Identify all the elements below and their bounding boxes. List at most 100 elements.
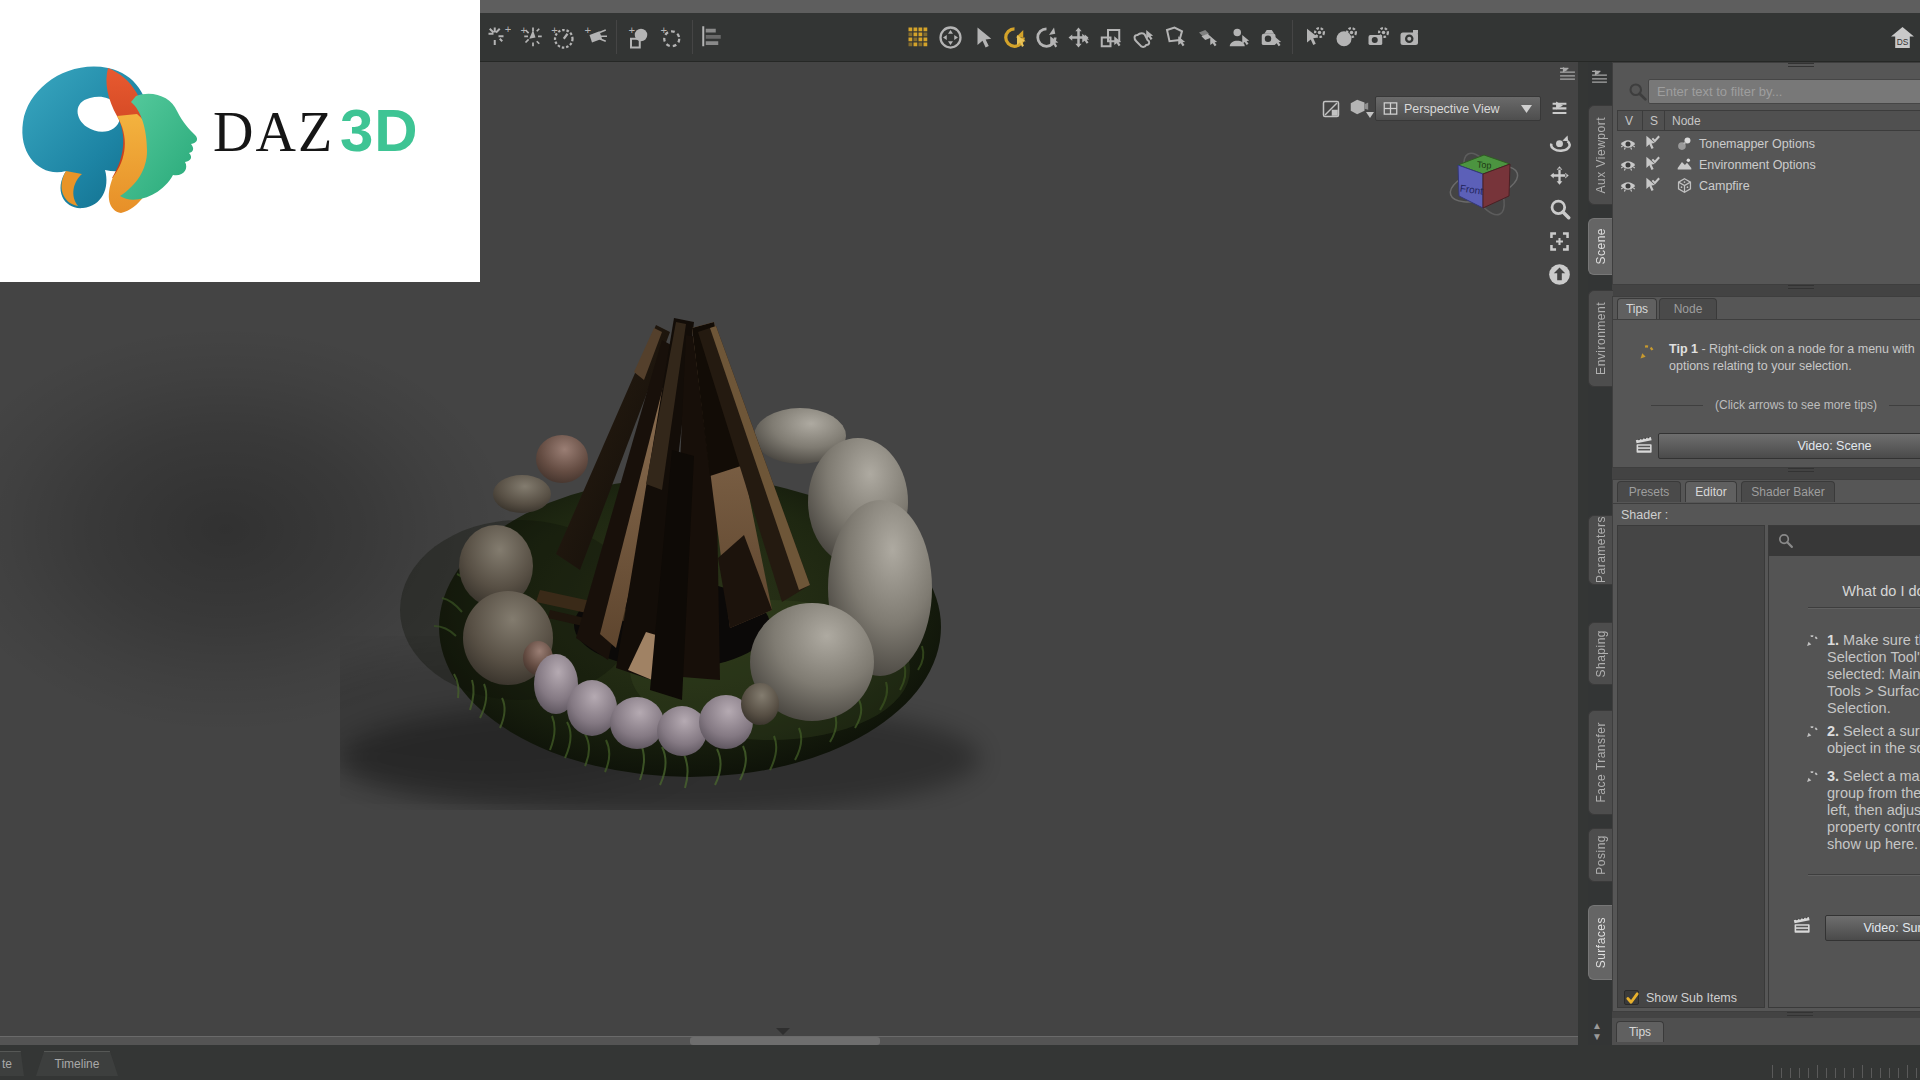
ruler-tick (1871, 1068, 1872, 1078)
dock-splitter-strip[interactable] (1578, 62, 1588, 1046)
toolbar-separator (1292, 20, 1293, 54)
tab-editor[interactable]: Editor (1685, 481, 1737, 502)
col-selectable: S (1643, 111, 1665, 130)
window-icon (1383, 101, 1398, 116)
rotate-tool-icon[interactable] (1033, 24, 1060, 51)
selectable-cursor-icon[interactable] (1639, 156, 1663, 173)
pane-options-icon[interactable] (1560, 66, 1575, 84)
sphere-gear-tool-icon[interactable] (1333, 24, 1360, 51)
dock-tab-aux-viewport[interactable]: Aux Viewport (1588, 105, 1613, 205)
scene-node-label: Environment Options (1699, 158, 1816, 172)
zoom-view-icon[interactable] (1548, 197, 1571, 224)
translate-tool-icon[interactable] (1065, 24, 1092, 51)
frame-view-icon[interactable] (1548, 230, 1571, 257)
universal-rotate-tool-icon[interactable] (1001, 24, 1028, 51)
svg-text:+: + (629, 25, 636, 36)
tab-presets[interactable]: Presets (1617, 481, 1681, 502)
scale-tool-icon[interactable] (1097, 24, 1124, 51)
joint-editor-tool-icon[interactable] (1129, 24, 1156, 51)
scene-node-row[interactable]: Tonemapper Options (1617, 133, 1920, 154)
node-selection-tool-icon[interactable] (969, 24, 996, 51)
aux-camera-icon[interactable] (1348, 96, 1374, 122)
selectable-cursor-icon[interactable] (1639, 177, 1663, 194)
create-spotlight-icon[interactable]: + (581, 24, 608, 51)
home-view-icon[interactable] (1548, 263, 1571, 290)
viewport-slider-thumb[interactable] (690, 1037, 880, 1045)
scene-node-row[interactable]: Campfire (1617, 175, 1920, 196)
daz-logo-text: DAZ (213, 100, 334, 164)
pane-menu-icon[interactable] (1548, 98, 1571, 125)
daz-home-icon[interactable]: DS (1886, 21, 1918, 53)
cube-top-label: Top (1477, 160, 1492, 171)
tab-timeline[interactable]: Timeline (36, 1051, 118, 1076)
pane-drag-handle[interactable] (1788, 468, 1814, 472)
show-sub-items-checkbox[interactable] (1624, 990, 1639, 1005)
dock-tab-label: Parameters (1594, 516, 1608, 583)
render-camera-icon[interactable] (1397, 24, 1424, 51)
editor-pane: PresetsEditorShader Baker Shader : Show … (1612, 479, 1920, 1012)
orbit-tool-icon[interactable] (937, 24, 964, 51)
tab-tips[interactable]: Tips (1617, 298, 1657, 319)
svg-text:+: + (551, 25, 558, 36)
scene-column-header[interactable]: V S Node (1617, 110, 1920, 131)
scene-node-label: Tonemapper Options (1699, 137, 1815, 151)
create-distant-light-icon[interactable]: + (485, 24, 512, 51)
dock-tab-shaping[interactable]: Shaping (1588, 622, 1613, 685)
tab-scroll-arrows[interactable]: ▲▼ (1592, 1020, 1602, 1042)
help-heading: What do I do? (1779, 583, 1920, 599)
geometry-editor-tool-icon[interactable] (1161, 24, 1188, 51)
visibility-eye-icon[interactable] (1617, 156, 1639, 174)
dock-tab-parameters[interactable]: Parameters (1588, 515, 1613, 585)
dock-tab-face-transfer[interactable]: Face Transfer (1588, 710, 1613, 815)
dock-tab-environment[interactable]: Environment (1588, 290, 1613, 387)
node-gear-tool-icon[interactable] (1301, 24, 1328, 51)
viewport-grid-tool-icon[interactable] (905, 24, 932, 51)
visibility-eye-icon[interactable] (1617, 135, 1639, 153)
campfire-model[interactable] (340, 280, 1020, 810)
create-gauge-light-icon[interactable]: + (549, 24, 576, 51)
selectable-cursor-icon[interactable] (1639, 135, 1663, 152)
tab-node[interactable]: Node (1659, 298, 1717, 319)
view-cube-gizmo[interactable]: Top Front (1446, 146, 1522, 222)
video-surfaces-button[interactable]: Video: Surfaces (1825, 915, 1920, 941)
create-group-icon[interactable]: + (657, 24, 684, 51)
camera-gear-tool-icon[interactable] (1365, 24, 1392, 51)
help-step: 1. Make sure the 'Surface Selection Tool… (1827, 632, 1920, 717)
video-scene-button[interactable]: Video: Scene (1658, 433, 1920, 459)
pane-drag-handle[interactable] (1788, 285, 1814, 289)
tab-shader-baker[interactable]: Shader Baker (1741, 481, 1835, 502)
view-selector-dropdown[interactable]: Perspective View (1375, 96, 1541, 121)
create-point-light-icon[interactable]: + (517, 24, 544, 51)
tab-animate[interactable]: te (0, 1051, 24, 1076)
orbit-view-icon[interactable] (1548, 131, 1571, 158)
scene-node-row[interactable]: Environment Options (1617, 154, 1920, 175)
render-options-icon[interactable] (1322, 100, 1340, 122)
ruler-tick (1844, 1068, 1845, 1078)
dock-tab-surfaces[interactable]: Surfaces (1588, 905, 1613, 980)
toolbar-tools-group (905, 13, 1424, 61)
scene-filter-input[interactable]: Enter text to filter by... (1648, 79, 1920, 104)
shader-label: Shader : (1621, 508, 1668, 522)
pan-view-icon[interactable] (1548, 164, 1571, 191)
svg-text:+: + (521, 25, 528, 36)
dock-tab-posing[interactable]: Posing (1588, 828, 1613, 882)
surface-selection-tool-icon[interactable] (1193, 24, 1220, 51)
shader-material-list[interactable]: Show Sub Items (1617, 525, 1765, 1008)
tab-tips-bottom[interactable]: Tips (1616, 1021, 1664, 1042)
help-search-bar[interactable] (1769, 526, 1920, 556)
visibility-eye-icon[interactable] (1617, 177, 1639, 195)
viewport-nav-column[interactable] (1546, 98, 1572, 290)
pane-drag-handle[interactable] (1788, 63, 1814, 67)
dock-tab-scene[interactable]: Scene (1588, 218, 1613, 275)
camera-tool-icon[interactable] (1257, 24, 1284, 51)
figure-setup-tool-icon[interactable] (1225, 24, 1252, 51)
scene-list-icon[interactable] (701, 24, 728, 51)
create-primitive-icon[interactable]: + (625, 24, 652, 51)
pane-options-icon[interactable] (1592, 69, 1607, 87)
ruler-tick (1862, 1065, 1863, 1078)
viewport-bottom-handle[interactable] (776, 1028, 790, 1035)
ruler-tick (1799, 1068, 1800, 1078)
pane-drag-handle[interactable] (1787, 1012, 1813, 1016)
more-tips-label: (Click arrows to see more tips) (1711, 398, 1881, 412)
dock-tab-label: Aux Viewport (1594, 117, 1608, 193)
